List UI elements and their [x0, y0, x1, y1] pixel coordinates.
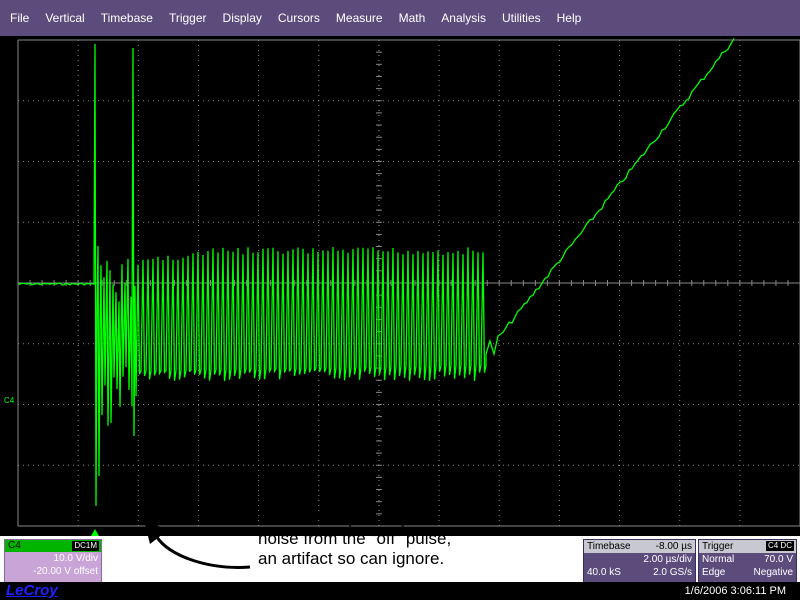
menu-bar: File Vertical Timebase Trigger Display Cursor… — [0, 0, 800, 36]
oscilloscope-display[interactable]: C4 — [0, 36, 800, 536]
timebase-rate: 2.0 GS/s — [653, 567, 692, 578]
trigger-source-badge: C4 DC — [765, 541, 794, 551]
trigger-panel[interactable]: Trigger C4 DC Normal 70.0 V Edge Negativ… — [698, 539, 797, 583]
trigger-title: Trigger — [702, 541, 734, 552]
menu-display[interactable]: Display — [215, 0, 270, 36]
channel-4-panel[interactable]: C4 DC1M 10.0 V/div -20.00 V offset — [4, 539, 102, 583]
status-bar — [0, 582, 800, 600]
vertical-scale: 10.0 V/div — [53, 553, 98, 564]
waveform-trace — [17, 38, 735, 507]
note-line-2: noise from the "off" pulse, — [258, 529, 452, 548]
timebase-scale: 2.00 µs/div — [643, 554, 692, 565]
channel-marker: C4 — [4, 396, 15, 405]
lecroy-logo[interactable]: LeCroy — [6, 582, 58, 600]
note-line-3: an artifact so can ignore. — [258, 549, 445, 568]
annotation-arrow — [144, 520, 251, 569]
timebase-delay: -8.00 µs — [655, 541, 692, 552]
menu-timebase[interactable]: Timebase — [93, 0, 161, 36]
menu-cursors[interactable]: Cursors — [270, 0, 328, 36]
trigger-level: 70.0 V — [764, 554, 793, 565]
vertical-offset: -20.00 V offset — [33, 566, 98, 577]
note-line-1: Note: This spike is just — [258, 509, 428, 528]
channel-name: C4 — [8, 540, 21, 551]
menu-analysis[interactable]: Analysis — [433, 0, 494, 36]
timebase-samples: 40.0 kS — [587, 567, 621, 578]
menu-trigger[interactable]: Trigger — [161, 0, 215, 36]
date-time: 1/6/2006 3:06:11 PM — [684, 585, 786, 597]
menu-math[interactable]: Math — [391, 0, 434, 36]
trigger-mode: Normal — [702, 554, 735, 565]
menu-help[interactable]: Help — [549, 0, 590, 36]
menu-vertical[interactable]: Vertical — [37, 0, 92, 36]
menu-file[interactable]: File — [0, 0, 37, 36]
menu-measure[interactable]: Measure — [328, 0, 391, 36]
trigger-position-marker — [91, 529, 99, 536]
trigger-type: Edge — [702, 567, 726, 578]
annotation-note: Note: This spike is just noise from the … — [258, 509, 451, 569]
trigger-slope: Negative — [753, 567, 793, 578]
timebase-panel[interactable]: Timebase -8.00 µs 2.00 µs/div 40.0 kS 2.… — [583, 539, 696, 583]
coupling-badge: DC1M — [72, 541, 99, 551]
menu-utilities[interactable]: Utilities — [494, 0, 549, 36]
timebase-title: Timebase — [587, 541, 631, 552]
